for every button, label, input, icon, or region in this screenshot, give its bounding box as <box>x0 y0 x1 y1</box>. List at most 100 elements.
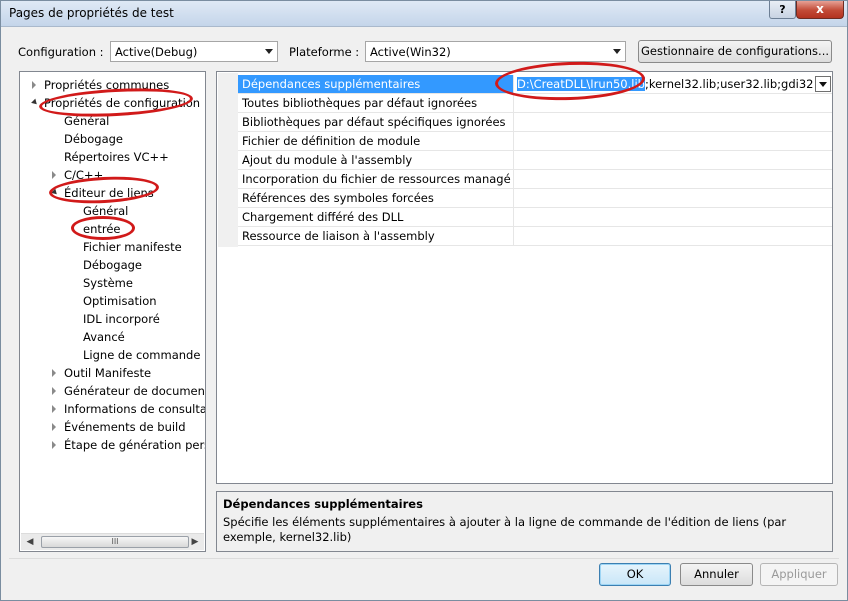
tree-item-label: Informations de consultatio <box>64 402 206 416</box>
tree-item[interactable]: entrée <box>83 220 121 238</box>
help-button[interactable]: ? <box>769 1 796 19</box>
close-button[interactable]: x <box>796 1 844 19</box>
tree-item-label: Outil Manifeste <box>64 366 152 380</box>
window-title: Pages de propriétés de test <box>9 6 174 20</box>
tree-item[interactable]: Événements de build <box>64 418 186 436</box>
property-value[interactable] <box>515 189 832 207</box>
description-text: Spécifie les éléments supplémentaires à … <box>223 515 787 544</box>
tree-item-label: Débogage <box>64 132 123 146</box>
ok-button[interactable]: OK <box>599 563 671 586</box>
property-pages-dialog: Pages de propriétés de test ? x Configur… <box>0 0 848 601</box>
tree-item[interactable]: Optimisation <box>83 292 157 310</box>
property-value[interactable] <box>515 208 832 226</box>
scroll-right-icon[interactable]: ▶ <box>187 534 203 550</box>
tree-item-label: entrée <box>83 222 121 236</box>
tree-item-label: Optimisation <box>83 294 157 308</box>
tree-item[interactable]: Éditeur de liens <box>64 184 154 202</box>
cancel-button[interactable]: Annuler <box>680 563 753 586</box>
property-row[interactable]: Incorporation du fichier de ressources m… <box>238 170 832 189</box>
property-row[interactable]: Fichier de définition de module <box>238 132 832 151</box>
expanded-arrow-icon[interactable] <box>31 98 39 107</box>
collapsed-arrow-icon[interactable] <box>52 423 56 431</box>
tree-item[interactable]: Outil Manifeste <box>64 364 151 382</box>
property-row[interactable]: Références des symboles forcées <box>238 189 832 208</box>
scroll-thumb[interactable]: III <box>41 536 189 548</box>
selected-text: D:\CreatDLL\Irun50.lib <box>517 77 645 91</box>
tree-item[interactable]: Général <box>83 202 128 220</box>
tree-item[interactable]: Système <box>83 274 133 292</box>
tree-item[interactable]: Débogage <box>64 130 123 148</box>
property-row[interactable]: Toutes bibliothèques par défaut ignorées <box>238 94 832 113</box>
expanded-arrow-icon[interactable] <box>51 188 59 197</box>
tree-item[interactable]: Répertoires VC++ <box>64 148 169 166</box>
tree-item[interactable]: C/C++ <box>64 166 103 184</box>
property-row[interactable]: Bibliothèques par défaut spécifiques ign… <box>238 113 832 132</box>
property-grid: Dépendances supplémentaires D:\CreatDLL\I… <box>216 71 833 484</box>
tree-item-label: Débogage <box>83 258 142 272</box>
configuration-manager-button[interactable]: Gestionnaire de configurations... <box>638 40 832 63</box>
property-value[interactable] <box>515 151 832 169</box>
apply-button[interactable]: Appliquer <box>760 563 838 586</box>
value-dropdown-button[interactable] <box>815 76 831 92</box>
property-row[interactable]: Ajout du module à l'assembly <box>238 151 832 170</box>
tree-item[interactable]: Propriétés de configuration <box>44 94 200 112</box>
property-name: Dépendances supplémentaires <box>238 75 514 93</box>
tree-item-label: Étape de génération perso <box>64 438 206 452</box>
property-value[interactable] <box>515 170 832 188</box>
tree-item[interactable]: Fichier manifeste <box>83 238 182 256</box>
tree-item[interactable]: Étape de génération perso <box>64 436 206 454</box>
tree-item-label: Générateur de document X <box>64 384 206 398</box>
collapsed-arrow-icon[interactable] <box>52 171 56 179</box>
platform-select[interactable]: Active(Win32) <box>365 41 626 62</box>
tree-item[interactable]: Générateur de document X <box>64 382 206 400</box>
description-panel: Dépendances supplémentaires Spécifie les… <box>216 491 833 552</box>
configuration-value: Active(Debug) <box>115 45 198 59</box>
tree-item[interactable]: Ligne de commande <box>83 346 200 364</box>
property-value[interactable] <box>515 227 832 245</box>
tree-item[interactable]: IDL incorporé <box>83 310 160 328</box>
property-name: Ressource de liaison à l'assembly <box>238 227 514 245</box>
tree-item-label: C/C++ <box>64 168 104 182</box>
property-name: Toutes bibliothèques par défaut ignorées <box>238 94 514 112</box>
property-value[interactable]: D:\CreatDLL\Irun50.lib;kernel32.lib;user… <box>515 75 832 93</box>
tree-item-label: Système <box>83 276 133 290</box>
collapsed-arrow-icon[interactable] <box>32 81 36 89</box>
description-title: Dépendances supplémentaires <box>223 497 423 511</box>
tree-item[interactable]: Propriétés communes <box>44 76 169 94</box>
property-row[interactable]: Ressource de liaison à l'assembly <box>238 227 832 246</box>
property-name: Chargement différé des DLL <box>238 208 514 226</box>
property-value[interactable] <box>515 132 832 150</box>
tree-item-label: Répertoires VC++ <box>64 150 169 164</box>
tree-item[interactable]: Informations de consultatio <box>64 400 206 418</box>
collapsed-arrow-icon[interactable] <box>52 369 56 377</box>
property-name: Références des symboles forcées <box>238 189 514 207</box>
tree-item[interactable]: Avancé <box>83 328 125 346</box>
property-value[interactable] <box>515 113 832 131</box>
collapsed-arrow-icon[interactable] <box>52 441 56 449</box>
value-text: ;kernel32.lib;user32.lib;gdi32.lib;wi <box>644 77 813 91</box>
property-name: Fichier de définition de module <box>238 132 514 150</box>
property-name: Ajout du module à l'assembly <box>238 151 514 169</box>
configuration-label: Configuration : <box>18 45 104 59</box>
tree-item[interactable]: Général <box>64 112 109 130</box>
grid-margin <box>218 73 238 247</box>
tree-item[interactable]: Débogage <box>83 256 142 274</box>
property-row[interactable]: Dépendances supplémentaires D:\CreatDLL\I… <box>238 75 832 94</box>
collapsed-arrow-icon[interactable] <box>52 387 56 395</box>
chevron-down-icon <box>265 49 273 54</box>
tree-item-label: Ligne de commande <box>83 348 201 362</box>
property-row[interactable]: Chargement différé des DLL <box>238 208 832 227</box>
property-tree[interactable]: Propriétés communes Propriétés de configu… <box>19 71 206 552</box>
scroll-left-icon[interactable]: ◀ <box>22 534 38 550</box>
platform-value: Active(Win32) <box>370 45 451 59</box>
tree-item-label: Événements de build <box>64 420 186 434</box>
tree-item-label: Propriétés de configuration <box>44 96 201 110</box>
property-value-input[interactable]: D:\CreatDLL\Irun50.lib;kernel32.lib;user… <box>517 75 813 93</box>
property-name: Incorporation du fichier de ressources m… <box>238 170 514 188</box>
horizontal-scrollbar[interactable]: ◀ III ▶ <box>21 533 204 550</box>
tree-item-label: IDL incorporé <box>83 312 160 326</box>
configuration-select[interactable]: Active(Debug) <box>110 41 278 62</box>
property-value[interactable] <box>515 94 832 112</box>
collapsed-arrow-icon[interactable] <box>52 405 56 413</box>
tree-item-label: Général <box>64 114 110 128</box>
